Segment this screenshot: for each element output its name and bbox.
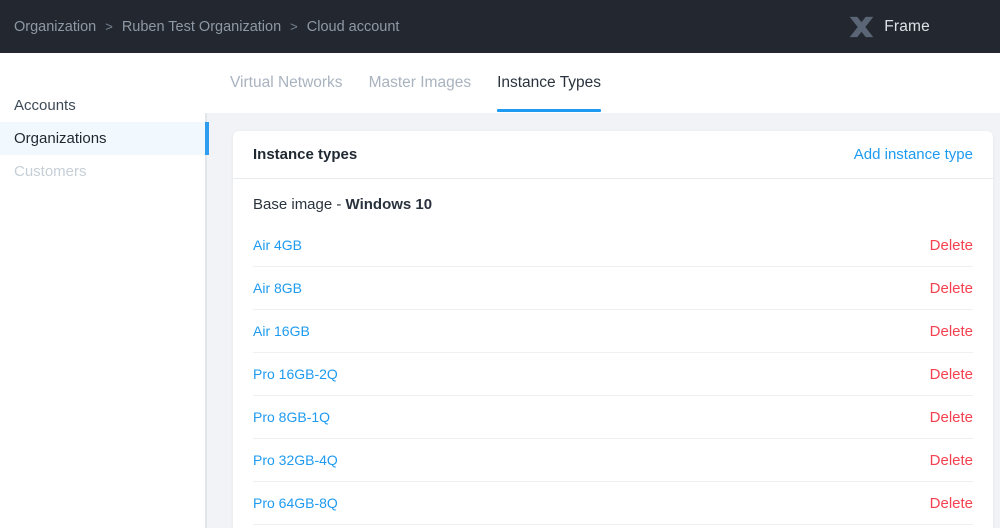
instance-type-link[interactable]: Pro 64GB-8Q xyxy=(253,495,338,511)
add-instance-type-link[interactable]: Add instance type xyxy=(854,146,973,163)
delete-button[interactable]: Delete xyxy=(930,280,973,297)
delete-button[interactable]: Delete xyxy=(930,452,973,469)
instance-type-link[interactable]: Air 8GB xyxy=(253,280,302,296)
delete-button[interactable]: Delete xyxy=(930,409,973,426)
card-body: Base image - Windows 10 Air 4GB Delete A… xyxy=(233,179,993,525)
breadcrumb-ruben-test-organization[interactable]: Ruben Test Organization xyxy=(122,19,281,35)
sidebar-item-accounts[interactable]: Accounts xyxy=(0,89,205,122)
table-row: Pro 16GB-2Q Delete xyxy=(253,353,973,396)
sidebar-item-customers[interactable]: Customers xyxy=(0,155,205,188)
delete-button[interactable]: Delete xyxy=(930,237,973,254)
breadcrumb: Organization > Ruben Test Organization >… xyxy=(14,19,399,35)
tab-instance-types[interactable]: Instance Types xyxy=(497,53,601,113)
breadcrumb-organization[interactable]: Organization xyxy=(14,19,96,35)
table-row: Pro 8GB-1Q Delete xyxy=(253,396,973,439)
sidebar-item-organizations[interactable]: Organizations xyxy=(0,122,205,155)
table-row: Air 8GB Delete xyxy=(253,267,973,310)
delete-button[interactable]: Delete xyxy=(930,366,973,383)
instance-types-card: Instance types Add instance type Base im… xyxy=(233,131,993,528)
tab-virtual-networks[interactable]: Virtual Networks xyxy=(230,53,343,113)
base-image-prefix: Base image - xyxy=(253,196,346,213)
breadcrumb-separator: > xyxy=(290,19,298,34)
table-row: Pro 32GB-4Q Delete xyxy=(253,439,973,482)
table-row: Air 16GB Delete xyxy=(253,310,973,353)
breadcrumb-cloud-account[interactable]: Cloud account xyxy=(307,19,400,35)
app-header: Organization > Ruben Test Organization >… xyxy=(0,0,1000,53)
instance-type-link[interactable]: Air 16GB xyxy=(253,323,310,339)
tab-master-images[interactable]: Master Images xyxy=(369,53,472,113)
sidebar: Accounts Organizations Customers xyxy=(0,53,205,528)
frame-x-icon xyxy=(848,15,875,39)
tab-bar: Virtual Networks Master Images Instance … xyxy=(205,53,1000,113)
base-image-heading: Base image - Windows 10 xyxy=(253,196,973,213)
table-row: Pro 64GB-8Q Delete xyxy=(253,482,973,525)
instance-type-list: Air 4GB Delete Air 8GB Delete Air 16GB D… xyxy=(253,224,973,525)
brand: Frame xyxy=(848,15,930,39)
instance-type-link[interactable]: Pro 32GB-4Q xyxy=(253,452,338,468)
instance-type-link[interactable]: Pro 16GB-2Q xyxy=(253,366,338,382)
app-body: Accounts Organizations Customers Virtual… xyxy=(0,53,1000,528)
card-header: Instance types Add instance type xyxy=(233,131,993,179)
base-image-name: Windows 10 xyxy=(346,196,433,213)
delete-button[interactable]: Delete xyxy=(930,495,973,512)
table-row: Air 4GB Delete xyxy=(253,224,973,267)
card-title: Instance types xyxy=(253,146,357,163)
instance-type-link[interactable]: Air 4GB xyxy=(253,237,302,253)
breadcrumb-separator: > xyxy=(105,19,113,34)
main-area: Virtual Networks Master Images Instance … xyxy=(205,53,1000,528)
delete-button[interactable]: Delete xyxy=(930,323,973,340)
brand-name: Frame xyxy=(884,18,930,36)
instance-type-link[interactable]: Pro 8GB-1Q xyxy=(253,409,330,425)
content-area: Instance types Add instance type Base im… xyxy=(205,113,1000,528)
